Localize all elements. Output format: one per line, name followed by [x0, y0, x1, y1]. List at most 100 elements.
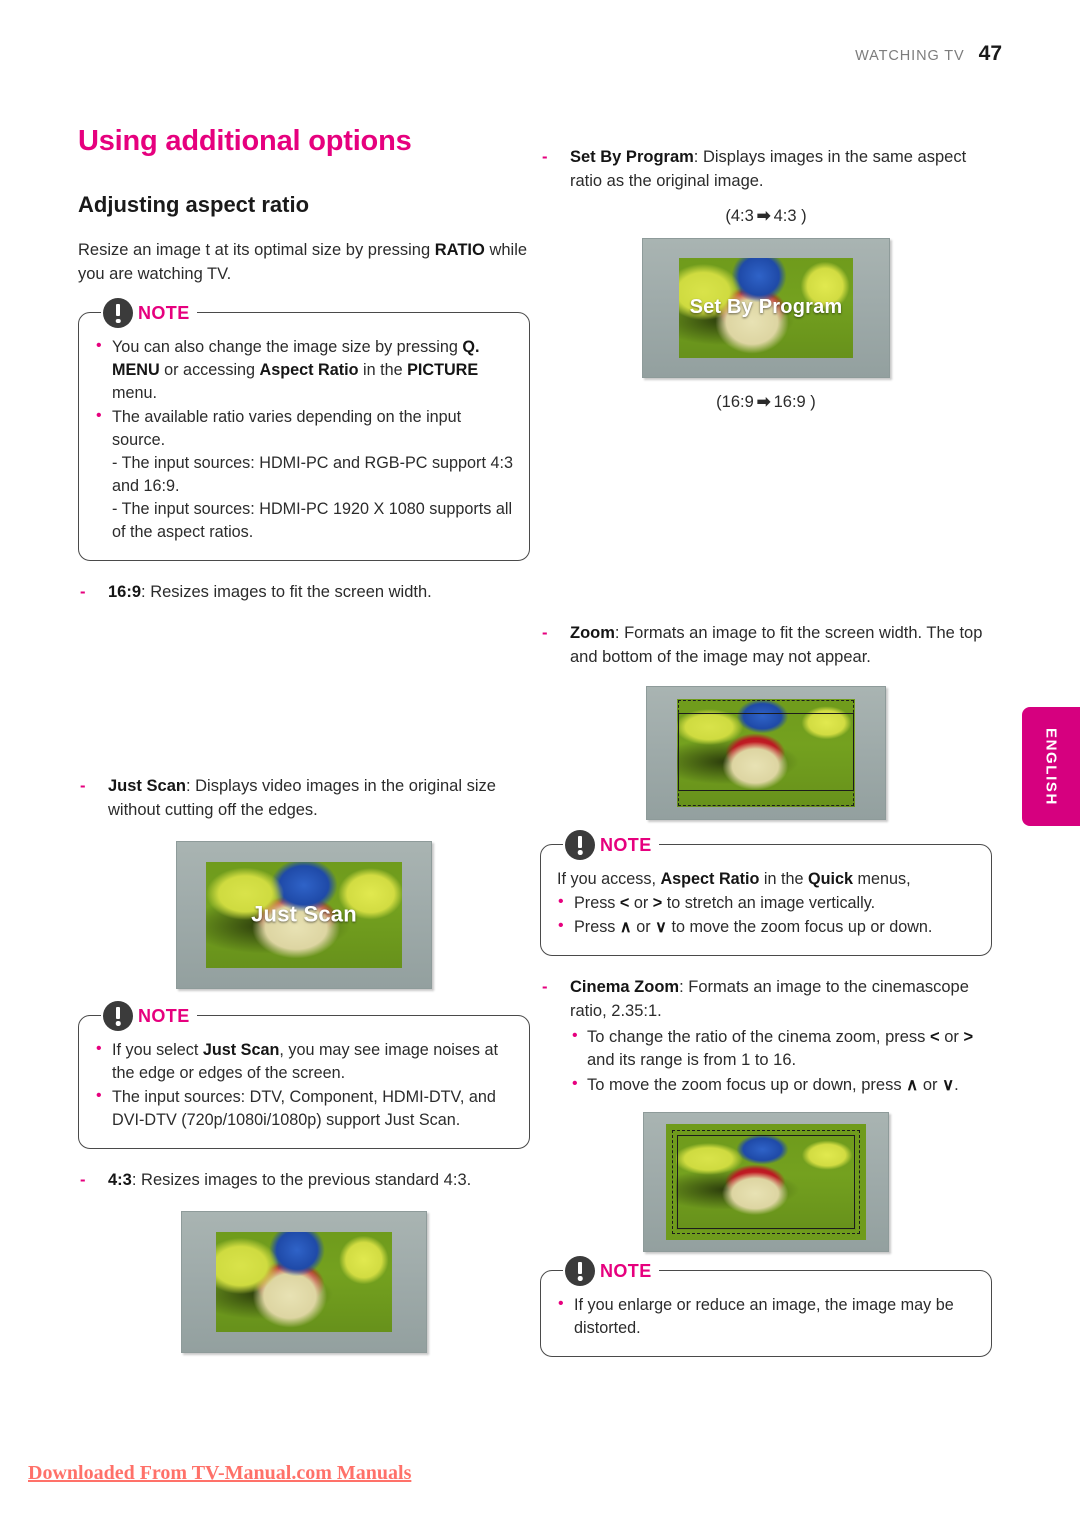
- screen-caption: Set By Program: [689, 295, 843, 318]
- tv-screen: [666, 1123, 866, 1240]
- note-list: You can also change the image size by pr…: [95, 335, 513, 544]
- right-column: - Set By Program: Displays images in the…: [540, 126, 992, 1357]
- aspect-item-label: 4:3: [108, 1170, 132, 1189]
- aspect-item-text: Cinema Zoom: Formats an image to the cin…: [570, 976, 992, 1098]
- dash-marker: -: [542, 148, 548, 166]
- note3-b1-t1: Press: [574, 893, 620, 912]
- tv-screen: Set By Program: [679, 257, 853, 358]
- note2-b1-justscan: Just Scan: [202, 1040, 280, 1059]
- note1-b2-t1: The available ratio varies depending on …: [112, 408, 462, 450]
- section-title: Adjusting aspect ratio: [78, 191, 310, 217]
- note2-b1-t1: If you select: [112, 1040, 203, 1059]
- download-watermark: Downloaded From TV-Manual.com Manuals: [28, 1462, 412, 1484]
- arrow-right-icon: ➡: [756, 206, 771, 225]
- tv-figure-4-3: [78, 1210, 530, 1353]
- ratio-caption-right: 4:3 ): [773, 206, 807, 225]
- exclamation-icon: [103, 298, 133, 329]
- ratio-caption-right: 16:9 ): [773, 392, 816, 411]
- note3-b2-t2: or: [631, 917, 656, 936]
- aspect-item-text: 16:9: Resizes images to fit the screen w…: [108, 581, 530, 605]
- tv-figure-set-by-program: Set By Program: [540, 237, 992, 378]
- page-title: Using additional options: [78, 125, 412, 157]
- dash-marker: -: [80, 776, 86, 795]
- tv-bezel: Just Scan: [176, 840, 432, 989]
- aspect-item-desc: : Resizes images to the previous standar…: [131, 1170, 472, 1189]
- note-box-quick-menu: NOTE If you access, Aspect Ratio in the …: [540, 829, 992, 956]
- down-arrow-key-icon: ∨: [655, 917, 667, 936]
- note1-b1-t1: You can also change the image size by pr…: [112, 338, 463, 357]
- note1-b1-aspectratio: Aspect Ratio: [259, 361, 359, 380]
- list-item: To move the zoom focus up or down, press…: [570, 1073, 992, 1097]
- list-item: You can also change the image size by pr…: [95, 335, 513, 405]
- note-label: NOTE: [138, 1005, 190, 1026]
- note-header: NOTE: [563, 1255, 659, 1286]
- tv-screen: [216, 1231, 392, 1332]
- note1-b2-sub1: - The input sources: HDMI-PC and RGB-PC …: [112, 454, 513, 496]
- dash-marker: -: [542, 977, 548, 996]
- note-label: NOTE: [138, 303, 190, 324]
- aspect-item-set-by-program: - Set By Program: Displays images in the…: [540, 146, 992, 194]
- tv-screen: [677, 698, 855, 807]
- aspect-item-label: Cinema Zoom: [570, 977, 680, 996]
- up-arrow-key-icon: ∧: [619, 917, 632, 936]
- aspect-item-label: 16:9: [108, 583, 142, 602]
- note3-b1-t2: or: [629, 893, 653, 912]
- missing-figure-placeholder: [78, 605, 530, 755]
- exclamation-icon: [565, 829, 595, 860]
- list-item: The input sources: DTV, Component, HDMI-…: [95, 1085, 513, 1132]
- note-label: NOTE: [600, 1260, 652, 1281]
- aspect-item-cinema-zoom: - Cinema Zoom: Formats an image to the c…: [540, 976, 992, 1098]
- note3-lead-t1: If you access,: [557, 869, 661, 888]
- cinema-zoom-bullets: To change the ratio of the cinema zoom, …: [570, 1025, 992, 1098]
- page-number: 47: [978, 42, 1002, 65]
- cz-b2-t3: .: [954, 1076, 959, 1095]
- note-header: NOTE: [563, 829, 659, 860]
- tv-screen: Just Scan: [206, 861, 402, 968]
- dash-marker: -: [80, 1170, 86, 1189]
- note3-b2-t3: to move the zoom focus up or down.: [667, 917, 933, 936]
- note3-lead-t3: menus,: [853, 869, 911, 888]
- list-item: The available ratio varies depending on …: [95, 405, 513, 544]
- up-arrow-key-icon: ∧: [906, 1076, 919, 1095]
- dash-marker: -: [80, 583, 86, 602]
- note3-lead-t2: in the: [759, 869, 809, 888]
- down-arrow-key-icon: ∨: [942, 1076, 955, 1095]
- exclamation-icon: [565, 1255, 595, 1286]
- intro-paragraph: Resize an image t at its optimal size by…: [78, 239, 530, 286]
- note1-b1-t2: or accessing: [159, 361, 260, 380]
- cz-b1-t1: To change the ratio of the cinema zoom, …: [587, 1027, 931, 1046]
- billiard-balls-photo: [676, 1133, 856, 1230]
- note-label: NOTE: [600, 834, 652, 855]
- ratio-caption-above: (4:3 ➡ 4:3 ): [540, 206, 992, 226]
- intro-bold-ratio: RATIO: [434, 241, 485, 260]
- list-item: Press ∧ or ∨ to move the zoom focus up o…: [557, 915, 975, 939]
- aspect-item-text: 4:3: Resizes images to the previous stan…: [108, 1169, 530, 1193]
- aspect-item-text: Zoom: Formats an image to fit the screen…: [570, 622, 992, 670]
- left-arrow-key-icon: <: [619, 893, 630, 912]
- note-box-distortion: NOTE If you enlarge or reduce an image, …: [540, 1255, 992, 1357]
- dash-marker: -: [542, 623, 548, 642]
- tv-bezel: [181, 1210, 427, 1353]
- ratio-caption-left: (4:3: [725, 206, 754, 225]
- left-column: Using additional options Adjusting aspec…: [78, 125, 530, 1353]
- section-label: WATCHING TV: [855, 48, 965, 64]
- note-box-aspect-ratio: NOTE You can also change the image size …: [78, 298, 530, 562]
- note-header: NOTE: [101, 298, 197, 329]
- intro-text-1: Resize an image t at its optimal size by…: [78, 241, 435, 260]
- arrow-right-icon: ➡: [756, 392, 771, 411]
- billiard-balls-photo: [677, 698, 855, 807]
- note1-b1-t4: menu.: [112, 384, 157, 403]
- tv-bezel: [646, 685, 886, 820]
- note-header: NOTE: [101, 1000, 197, 1031]
- tv-bezel: Set By Program: [642, 237, 890, 378]
- note-box-just-scan: NOTE If you select Just Scan, you may se…: [78, 1000, 530, 1149]
- aspect-item-just-scan: - Just Scan: Displays video images in th…: [78, 775, 530, 823]
- aspect-item-16-9: - 16:9: Resizes images to fit the screen…: [78, 581, 530, 605]
- note3-lead-quick: Quick: [808, 869, 854, 888]
- cz-b1-t2: or: [939, 1027, 964, 1046]
- note1-b2-sub2: - The input sources: HDMI-PC 1920 X 1080…: [112, 500, 513, 542]
- cz-b2-t1: To move the zoom focus up or down, press: [587, 1076, 907, 1095]
- cz-b1-t3: and its range is from 1 to 16.: [587, 1050, 797, 1069]
- tv-figure-just-scan: Just Scan: [78, 840, 530, 989]
- aspect-item-label: Zoom: [570, 623, 615, 642]
